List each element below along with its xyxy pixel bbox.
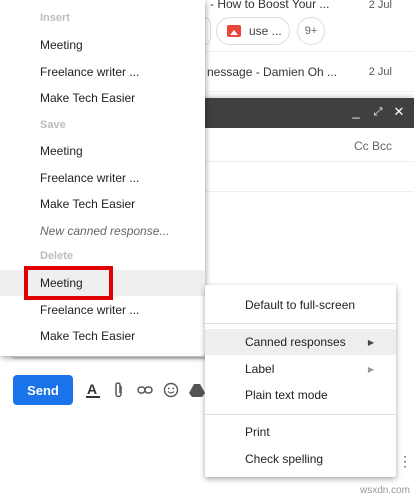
email-subject: nessage - Damien Oh ... [207,65,338,79]
new-canned-response-item[interactable]: New canned response... [0,218,205,244]
save-mte-item[interactable]: Make Tech Easier [0,191,205,217]
attach-icon[interactable] [110,381,128,399]
divider [205,323,396,324]
insert-mte-item[interactable]: Make Tech Easier [0,85,205,111]
email-date: 2 Jul [368,0,392,11]
chevron-right-icon: ▶ [367,364,374,374]
email-date: 2 Jul [368,66,392,78]
delete-section-header: Delete [40,250,74,262]
more-options-menu: Default to full-screen Canned responses … [205,285,396,477]
print-item[interactable]: Print [205,419,396,445]
insert-freelance-item[interactable]: Freelance writer ... [0,59,205,85]
text-format-icon[interactable]: A [84,381,102,399]
watermark: wsxdn.com [359,485,410,496]
canned-responses-submenu: Insert Meeting Freelance writer ... Make… [0,0,205,356]
minimize-icon[interactable]: _ [349,105,363,119]
image-icon [227,25,241,37]
drive-icon[interactable] [188,381,206,399]
check-spelling-item[interactable]: Check spelling [205,446,396,472]
attachment-chip[interactable] [204,17,211,45]
delete-freelance-item[interactable]: Freelance writer ... [0,297,205,323]
canned-responses-label: Canned responses [245,335,346,349]
fullscreen-icon[interactable]: ⤢ [371,105,385,119]
highlight-box [24,266,113,300]
attachment-label: use ... [249,24,282,38]
chevron-right-icon: ▶ [367,337,374,347]
save-section-header: Save [40,119,66,131]
canned-responses-item[interactable]: Canned responses ▶ [205,329,396,355]
delete-mte-item[interactable]: Make Tech Easier [0,323,205,349]
send-button[interactable]: Send [13,375,73,405]
close-icon[interactable]: ✕ [392,105,406,119]
more-attachments-chip[interactable]: 9+ [297,17,325,45]
label-item[interactable]: Label ▶ [205,356,396,382]
label-label: Label [245,362,275,376]
link-icon[interactable] [136,381,154,399]
cc-bcc-link[interactable]: Cc Bcc [354,139,392,153]
insert-meeting-item[interactable]: Meeting [0,32,205,58]
email-subject: - How to Boost Your ... [210,0,330,11]
emoji-icon[interactable] [162,381,180,399]
save-meeting-item[interactable]: Meeting [0,138,205,164]
plain-text-mode-item[interactable]: Plain text mode [205,382,396,408]
attachment-chip[interactable]: use ... [216,17,290,45]
svg-text:A: A [87,381,97,397]
insert-section-header: Insert [40,12,70,24]
default-fullscreen-item[interactable]: Default to full-screen [205,292,396,318]
save-freelance-item[interactable]: Freelance writer ... [0,165,205,191]
more-options-icon[interactable]: ⋮ [396,452,414,470]
divider [205,414,396,415]
